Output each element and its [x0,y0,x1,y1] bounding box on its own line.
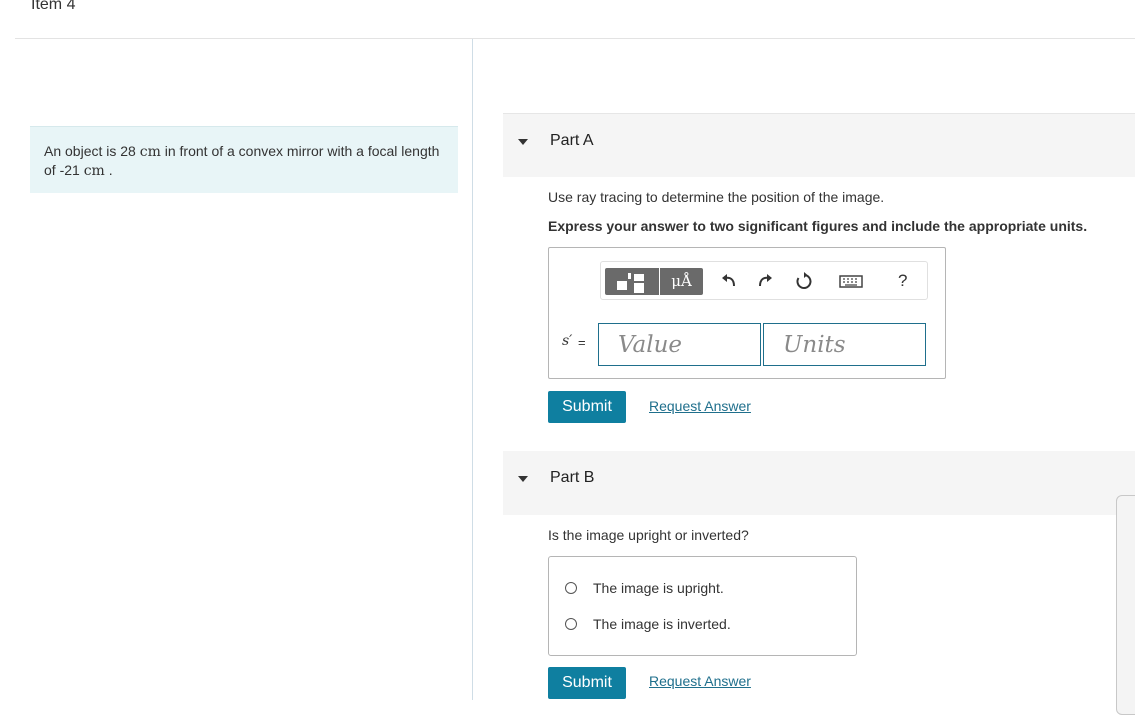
redo-icon[interactable] [755,271,775,291]
units-label: μÅ [671,272,692,290]
equals-sign: = [578,335,586,350]
radio-button[interactable] [565,618,577,630]
choice-label: The image is upright. [593,580,724,596]
problem-unit: cm [83,163,105,179]
variable-label: s′ [562,333,573,349]
help-button[interactable]: ? [898,271,907,291]
choice-box: The image is upright. The image is inver… [548,556,857,656]
problem-statement: An object is 28 cm in front of a convex … [30,126,458,193]
templates-button[interactable] [605,268,659,295]
part-a-instruction: Express your answer to two significant f… [548,218,1088,234]
part-b-request-answer-link[interactable]: Request Answer [649,673,751,689]
undo-icon[interactable] [719,271,739,291]
part-a-request-answer-link[interactable]: Request Answer [649,398,751,414]
math-toolbar: μÅ ? [600,261,928,300]
side-panel-tab[interactable] [1116,495,1135,715]
part-a-title: Part A [550,132,594,149]
part-b-header[interactable]: Part B [503,451,1135,515]
item-title: Item 4 [31,0,76,13]
part-b-prompt: Is the image upright or inverted? [548,527,749,543]
part-a-header[interactable]: Part A [503,113,1135,177]
collapse-caret-icon[interactable] [518,476,528,482]
column-divider [472,39,473,700]
keyboard-icon[interactable] [838,271,864,291]
problem-unit: cm [139,144,161,160]
header-divider [15,38,1135,39]
part-b-title: Part B [550,469,595,486]
units-input[interactable] [763,323,926,366]
value-input[interactable] [598,323,761,366]
collapse-caret-icon[interactable] [518,139,528,145]
part-a-prompt: Use ray tracing to determine the positio… [548,189,885,205]
part-a-submit-button[interactable]: Submit [548,391,626,423]
units-button[interactable]: μÅ [660,268,703,295]
radio-button[interactable] [565,582,577,594]
part-b-submit-button[interactable]: Submit [548,667,626,699]
reset-icon[interactable] [794,271,814,291]
choice-inverted[interactable]: The image is inverted. [565,615,845,635]
problem-text: An object is 28 [44,143,140,159]
problem-text: . [104,162,113,178]
answer-box: μÅ ? s′ = [548,247,946,379]
choice-upright[interactable]: The image is upright. [565,579,845,599]
choice-label: The image is inverted. [593,616,731,632]
